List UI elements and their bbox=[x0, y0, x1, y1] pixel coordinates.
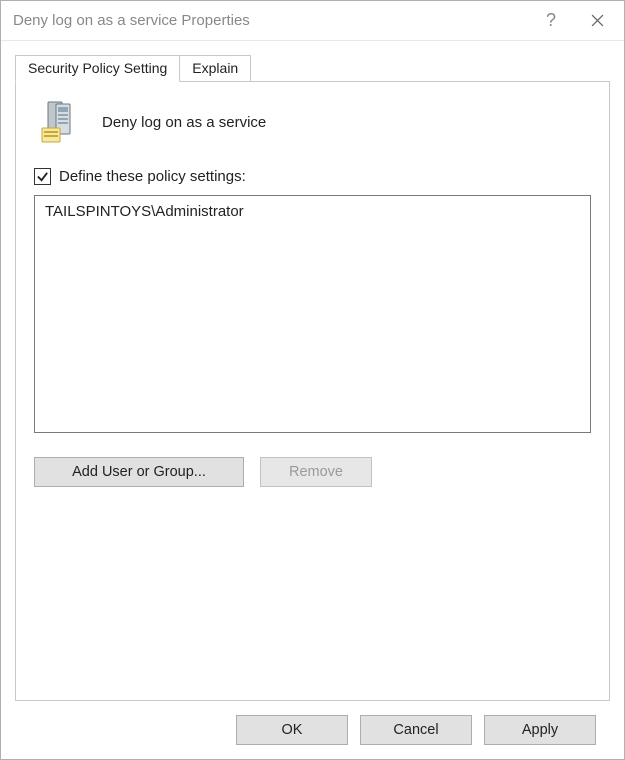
list-item[interactable]: TAILSPINTOYS\Administrator bbox=[45, 202, 580, 222]
window-title: Deny log on as a service Properties bbox=[13, 12, 528, 29]
policy-header: Deny log on as a service bbox=[34, 98, 591, 146]
add-user-or-group-button[interactable]: Add User or Group... bbox=[34, 457, 244, 487]
dialog-footer: OK Cancel Apply bbox=[15, 701, 610, 759]
principals-listbox[interactable]: TAILSPINTOYS\Administrator bbox=[34, 195, 591, 433]
cancel-button[interactable]: Cancel bbox=[360, 715, 472, 745]
remove-button: Remove bbox=[260, 457, 372, 487]
define-settings-checkbox[interactable]: Define these policy settings: bbox=[34, 168, 591, 185]
apply-button[interactable]: Apply bbox=[484, 715, 596, 745]
close-button[interactable] bbox=[574, 6, 620, 36]
policy-icon bbox=[34, 98, 82, 146]
policy-name: Deny log on as a service bbox=[102, 114, 266, 131]
tabpage-security: Deny log on as a service Define these po… bbox=[15, 81, 610, 701]
tabstrip: Security Policy Setting Explain bbox=[15, 51, 610, 81]
properties-dialog: Deny log on as a service Properties ? Se… bbox=[0, 0, 625, 760]
client-area: Security Policy Setting Explain bbox=[1, 41, 624, 759]
define-settings-label: Define these policy settings: bbox=[59, 168, 246, 185]
titlebar[interactable]: Deny log on as a service Properties ? bbox=[1, 1, 624, 41]
tab-security-policy-setting[interactable]: Security Policy Setting bbox=[15, 55, 180, 82]
list-buttons: Add User or Group... Remove bbox=[34, 457, 591, 487]
help-button[interactable]: ? bbox=[528, 6, 574, 36]
close-icon bbox=[591, 14, 604, 27]
checkbox-icon bbox=[34, 168, 51, 185]
tab-explain[interactable]: Explain bbox=[179, 55, 251, 82]
ok-button[interactable]: OK bbox=[236, 715, 348, 745]
